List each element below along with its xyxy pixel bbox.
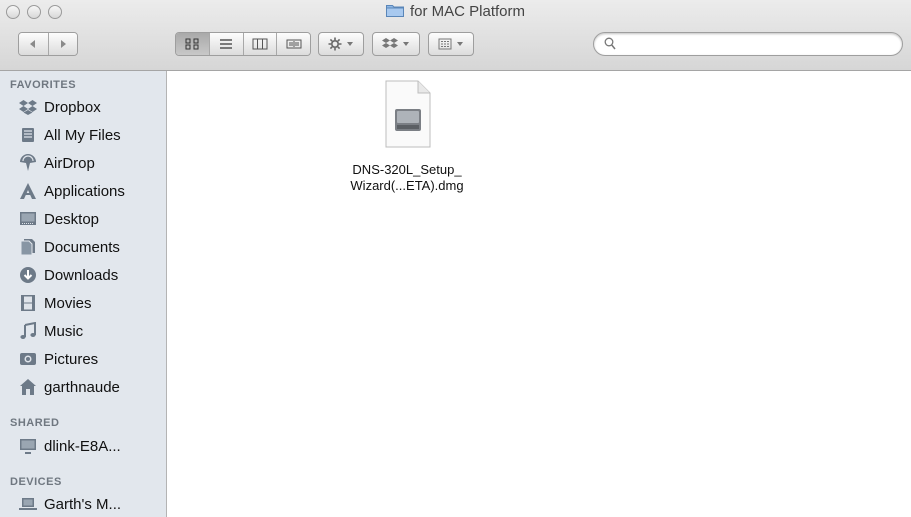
dropbox-icon: [18, 97, 38, 117]
downloads-icon: [18, 265, 38, 285]
sidebar-item-label: Documents: [44, 238, 120, 256]
icon-view-button[interactable]: [176, 33, 210, 55]
cover-flow-icon: [286, 39, 302, 49]
sidebar-item-applications[interactable]: Applications: [18, 179, 166, 203]
search-icon: [604, 37, 616, 50]
window-title: for MAC Platform: [0, 3, 911, 20]
all-my-files-icon: [18, 125, 38, 145]
applications-icon: [18, 181, 38, 201]
sidebar-item-downloads[interactable]: Downloads: [18, 263, 166, 287]
back-button[interactable]: [19, 33, 49, 55]
sidebar-item-label: Dropbox: [44, 98, 101, 116]
sidebar-item-pictures[interactable]: Pictures: [18, 347, 166, 371]
movies-icon: [18, 293, 38, 313]
arrange-menu-button[interactable]: [428, 32, 474, 56]
back-arrow-icon: [30, 40, 36, 48]
chevron-down-icon: [347, 42, 353, 46]
sidebar-item-label: garthnaude: [44, 378, 120, 396]
sidebar-item-label: Movies: [44, 294, 92, 312]
window-title-text: for MAC Platform: [409, 3, 526, 20]
desktop-icon: [18, 209, 38, 229]
file-name: DNS-320L_Setup_ Wizard(...ETA).dmg: [330, 162, 484, 194]
column-view-icon: [252, 38, 268, 50]
cover-flow-button[interactable]: [277, 33, 310, 55]
devices-header: DEVICES: [10, 476, 62, 488]
search-input[interactable]: [622, 35, 896, 55]
forward-button[interactable]: [48, 33, 77, 55]
file-name-line1: DNS-320L_Setup_: [352, 162, 462, 177]
folder-icon: [385, 5, 404, 17]
sidebar-item-label: Downloads: [44, 266, 119, 284]
sidebar-item-label: AirDrop: [44, 154, 95, 172]
toolbar: for MAC Platform: [0, 0, 911, 71]
sidebar-item-label: Desktop: [44, 210, 100, 228]
sidebar-item-label: Applications: [44, 182, 125, 200]
disk-image-icon: [385, 80, 431, 148]
favorites-header: FAVORITES: [10, 79, 77, 91]
sidebar-item-airdrop[interactable]: AirDrop: [18, 151, 166, 175]
dropbox-menu-button[interactable]: [372, 32, 420, 56]
back-forward-control: [18, 32, 78, 56]
file-name-line2: Wizard(...ETA).dmg: [350, 178, 464, 193]
home-icon: [18, 377, 38, 397]
sidebar-item-label: Garth's M...: [44, 495, 122, 513]
sidebar: FAVORITES Dropbox All My Files AirDrop A…: [0, 71, 167, 517]
network-computer-icon: [18, 436, 38, 456]
sidebar-item-garths-mac[interactable]: Garth's M...: [18, 492, 166, 516]
dropbox-icon: [382, 38, 398, 48]
laptop-icon: [18, 494, 38, 514]
sidebar-item-music[interactable]: Music: [18, 319, 166, 343]
list-view-icon: [220, 39, 233, 49]
chevron-down-icon: [403, 42, 409, 46]
chevron-down-icon: [457, 42, 463, 46]
sidebar-item-dropbox[interactable]: Dropbox: [18, 95, 166, 119]
view-mode-control: [175, 32, 311, 56]
search-field[interactable]: [593, 32, 903, 56]
shared-header: SHARED: [10, 417, 60, 429]
pictures-icon: [18, 349, 38, 369]
action-menu-button[interactable]: [318, 32, 364, 56]
arrange-grid-icon: [438, 38, 452, 50]
column-view-button[interactable]: [243, 33, 278, 55]
sidebar-item-desktop[interactable]: Desktop: [18, 207, 166, 231]
sidebar-item-home[interactable]: garthnaude: [18, 375, 166, 399]
finder-window: for MAC Platform FAVORITES Dropbox All M…: [0, 0, 911, 517]
sidebar-item-label: Pictures: [44, 350, 99, 368]
file-browser-area: DNS-320L_Setup_ Wizard(...ETA).dmg: [167, 71, 911, 517]
sidebar-item-all-my-files[interactable]: All My Files: [18, 123, 166, 147]
sidebar-item-movies[interactable]: Movies: [18, 291, 166, 315]
sidebar-item-documents[interactable]: Documents: [18, 235, 166, 259]
documents-icon: [18, 237, 38, 257]
sidebar-item-label: Music: [44, 322, 84, 340]
icon-view-icon: [185, 38, 199, 50]
file-item[interactable]: DNS-320L_Setup_ Wizard(...ETA).dmg: [330, 79, 484, 194]
sidebar-item-label: dlink-E8A...: [44, 437, 121, 455]
sidebar-item-dlink[interactable]: dlink-E8A...: [18, 434, 166, 458]
list-view-button[interactable]: [209, 33, 244, 55]
forward-arrow-icon: [60, 40, 66, 48]
airdrop-icon: [18, 153, 38, 173]
gear-icon: [328, 37, 342, 51]
music-icon: [18, 321, 38, 341]
sidebar-item-label: All My Files: [44, 126, 121, 144]
